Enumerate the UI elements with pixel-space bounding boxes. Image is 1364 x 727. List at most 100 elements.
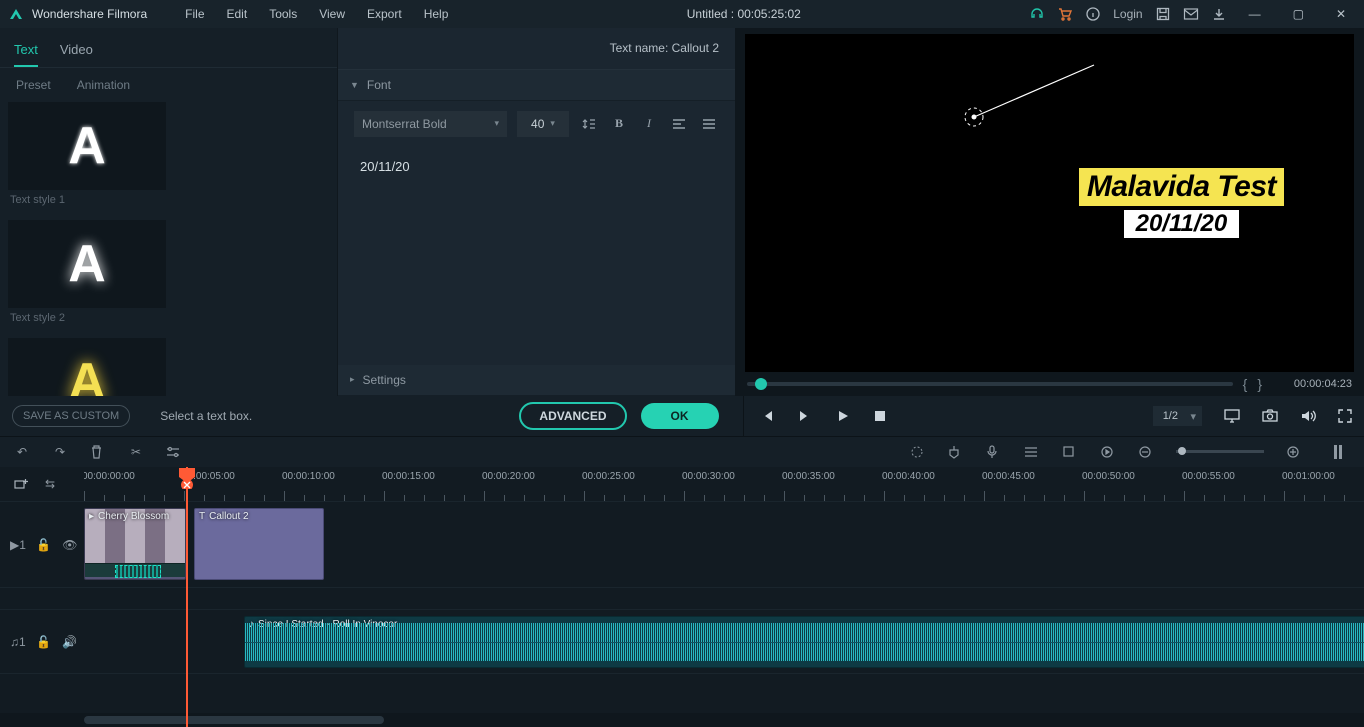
zoom-out-icon[interactable] [1138,445,1154,459]
preview-zoom-select[interactable]: 1/2 [1153,406,1202,426]
color-wheel-icon[interactable] [910,445,926,459]
display-icon[interactable] [1224,409,1240,423]
menu-view[interactable]: View [309,3,355,25]
ruler-mark: 00:00:55:00 [1182,471,1235,482]
track-label-audio: ♫1 [10,635,26,649]
timeline-view-icon[interactable] [1334,444,1350,460]
mixer-icon[interactable] [1024,446,1040,458]
audio-clip[interactable]: ♪Since I Started - Roll In Vinocor [244,616,1364,668]
workspace: Text Video Preset Animation AText style … [0,28,1364,396]
seek-row: { } 00:00:04:23 [735,374,1364,396]
text-clip[interactable]: TCallout 2 [194,508,324,580]
zoom-in-icon[interactable] [1286,445,1302,459]
mark-out-button[interactable]: } [1257,376,1262,392]
settings-section-header[interactable]: ▸ Settings [338,365,735,396]
crop-icon[interactable] [1062,445,1078,458]
menu-tools[interactable]: Tools [259,3,307,25]
font-section-header[interactable]: ▼Font [338,70,735,101]
track-gap [0,587,1364,609]
cart-icon[interactable] [1057,6,1073,22]
bold-button[interactable]: B [609,114,629,134]
download-icon[interactable] [1211,6,1227,22]
text-style-thumb[interactable]: A [8,220,166,308]
window-close[interactable]: ✕ [1326,3,1356,25]
text-content-editor[interactable]: 20/11/20 [354,151,719,271]
play-icon[interactable] [836,409,850,423]
video-clip[interactable]: ▸Cherry Blossom [84,508,186,580]
align-left-icon[interactable] [669,114,689,134]
callout-text-group[interactable]: Malavida Test 20/11/20 [1079,168,1284,238]
text-style-thumb[interactable]: A [8,102,166,190]
delete-icon[interactable] [90,445,106,459]
subtab-animation[interactable]: Animation [77,78,130,92]
video-track: ▶1 🔓 👁 ▸Cherry Blossom TCallout 2 [0,501,1364,587]
callout-subtitle: 20/11/20 [1124,210,1240,238]
zoom-slider[interactable] [1176,450,1264,453]
window-maximize[interactable]: ▢ [1283,3,1314,25]
render-icon[interactable] [1100,445,1116,459]
text-name-label: Text name: Callout 2 [338,28,735,70]
seek-knob[interactable] [755,378,767,390]
volume-icon[interactable] [1300,409,1316,423]
link-icon[interactable]: ⇆ [42,477,58,491]
scrollbar-thumb[interactable] [84,716,384,724]
ok-button[interactable]: OK [641,403,719,429]
text-style-thumb[interactable]: A [8,338,166,396]
video-track-body[interactable]: ▸Cherry Blossom TCallout 2 [84,502,1364,587]
lock-icon[interactable]: 🔓 [36,635,52,649]
redo-icon[interactable]: ↷ [52,445,68,459]
snapshot-icon[interactable] [1262,409,1278,423]
settings-section-label: Settings [363,373,406,387]
playhead[interactable] [186,467,188,727]
ruler-scale[interactable]: 00:00:00:0000:00:05:0000:00:10:0000:00:1… [84,467,1364,501]
menu-help[interactable]: Help [414,3,459,25]
audio-track-body[interactable]: ♪Since I Started - Roll In Vinocor [84,610,1364,673]
fullscreen-icon[interactable] [1338,409,1352,423]
add-track-icon[interactable] [14,478,30,490]
zoom-knob[interactable] [1178,447,1186,455]
document-title: Untitled : 00:05:25:02 [458,7,1029,21]
subtab-preset[interactable]: Preset [16,78,51,92]
mute-icon[interactable]: 🔊 [62,635,78,649]
line-spacing-icon[interactable] [579,114,599,134]
menu-edit[interactable]: Edit [217,3,258,25]
preview-viewport[interactable]: Malavida Test 20/11/20 [745,34,1354,372]
undo-icon[interactable]: ↶ [14,445,30,459]
stop-icon[interactable] [874,410,886,422]
timeline-scrollbar[interactable] [0,713,1364,727]
next-frame-icon[interactable] [798,409,812,423]
support-icon[interactable] [1029,6,1045,22]
mail-icon[interactable] [1183,6,1199,22]
menu-export[interactable]: Export [357,3,412,25]
mark-in-button[interactable]: { [1243,376,1248,392]
chevron-down-icon: ▾ [550,118,555,129]
settings-slider-icon[interactable] [166,446,182,458]
font-family-select[interactable]: Montserrat Bold▾ [354,111,507,137]
ruler-mark: 00:00:15:00 [382,471,435,482]
advanced-button[interactable]: ADVANCED [519,402,626,430]
marker-icon[interactable] [948,445,964,459]
ruler-mark: 00:00:20:00 [482,471,535,482]
playhead-handle-icon[interactable] [178,467,196,489]
save-as-custom-button[interactable]: SAVE AS CUSTOM [12,405,130,427]
menu-file[interactable]: File [175,3,214,25]
voice-record-icon[interactable] [986,445,1002,459]
seek-bar[interactable] [747,382,1233,386]
prev-frame-icon[interactable] [760,409,774,423]
text-icon: T [199,511,205,522]
window-minimize[interactable]: — [1239,3,1271,25]
font-family-value: Montserrat Bold [362,117,447,131]
font-size-input[interactable]: 40▾ [517,111,569,137]
cut-icon[interactable]: ✂ [128,445,144,459]
visibility-icon[interactable]: 👁 [62,538,78,552]
lock-icon[interactable]: 🔓 [36,538,52,552]
tab-text[interactable]: Text [14,38,38,67]
timeline-ruler[interactable]: ⇆ 00:00:00:0000:00:05:0000:00:10:0000:00… [0,467,1364,501]
tab-video[interactable]: Video [60,38,93,67]
align-justify-icon[interactable] [699,114,719,134]
save-icon[interactable] [1155,6,1171,22]
info-icon[interactable] [1085,6,1101,22]
login-link[interactable]: Login [1113,7,1142,21]
italic-button[interactable]: I [639,114,659,134]
chevron-right-icon: ▸ [350,374,355,385]
